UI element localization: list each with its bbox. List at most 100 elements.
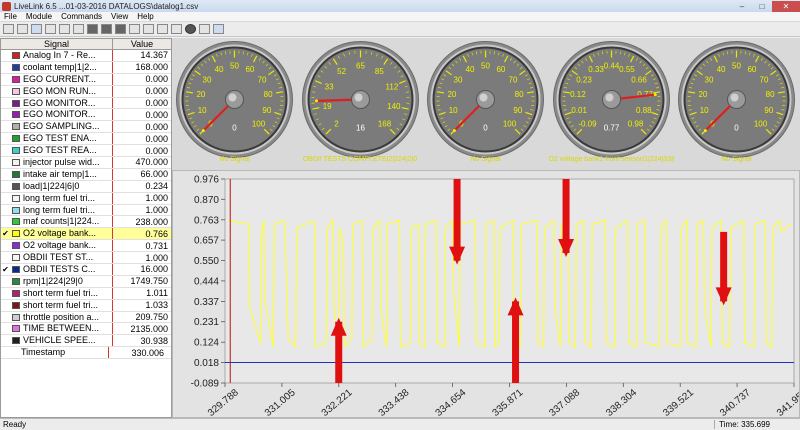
save-icon[interactable] [31,24,42,34]
signal-value: 470.000 [135,157,168,168]
signal-color-swatch[interactable] [12,135,20,143]
x-tick-label: 334.654 [434,387,469,417]
step-forward-icon[interactable] [143,24,154,34]
signal-color-swatch[interactable] [12,99,20,107]
signal-color-swatch[interactable] [12,313,20,321]
signal-row[interactable]: EGO TEST ENA... 0.000 [1,133,171,146]
signal-color-swatch[interactable] [12,277,20,285]
signal-checkbox[interactable]: ✔ [1,229,10,238]
zoom-out-icon[interactable] [73,24,84,34]
signal-row[interactable]: short term fuel tri... 1.033 [1,299,171,312]
signal-color-swatch[interactable] [12,289,20,297]
signal-row[interactable]: EGO SAMPLING... 0.000 [1,121,171,134]
open-icon[interactable] [17,24,28,34]
signal-row[interactable]: long term fuel tri... 1.000 [1,192,171,205]
grid-icon[interactable] [157,24,168,34]
signal-row[interactable]: Analog In 7 - Re... 14.367 [1,50,171,62]
x-tick-label: 335.871 [491,387,526,417]
signal-row[interactable]: EGO MONITOR... 0.000 [1,109,171,122]
signal-row[interactable]: short term fuel tri... 1.011 [1,287,171,300]
signal-row[interactable]: EGO TEST REA... 0.000 [1,145,171,158]
signal-color-swatch[interactable] [12,63,20,71]
signal-color-swatch[interactable] [12,265,20,273]
record-icon[interactable] [185,24,196,34]
signal-color-swatch[interactable] [12,51,20,59]
pause-icon[interactable] [101,24,112,34]
x-tick-label: 331.005 [263,387,298,417]
signal-list: Signal Value Analog In 7 - Re... 14.367 co… [0,38,172,418]
menu-file[interactable]: File [4,12,17,21]
minimize-button[interactable]: – [732,1,752,12]
plot-area [224,178,795,384]
signal-name: EGO TEST REA... [23,145,113,157]
gauge-tick-label: 10 [700,106,709,115]
signal-row[interactable]: EGO MONITOR... 0.000 [1,97,171,110]
gauge-tick-label: 10 [198,106,207,115]
signal-row[interactable]: long term fuel tri... 1.000 [1,204,171,217]
step-back-icon[interactable] [129,24,140,34]
signal-color-swatch[interactable] [12,230,20,238]
signal-row[interactable]: throttle position a... 209.750 [1,311,171,324]
menu-view[interactable]: View [111,12,128,21]
maximize-button[interactable]: □ [752,1,772,12]
signal-color-swatch[interactable] [12,218,20,226]
signal-row[interactable]: ✔ O2 voltage bank... 0.766 [1,228,171,241]
signal-row[interactable]: intake air temp|1... 66.000 [1,168,171,181]
menu-module[interactable]: Module [26,12,52,21]
signal-value: 66.000 [140,169,168,180]
signal-name: EGO SAMPLING... [23,121,113,133]
settings-icon[interactable] [199,24,210,34]
gauge-tick-label: -0.09 [578,120,597,129]
gauge-tick-label: 30 [454,76,463,85]
new-icon[interactable] [3,24,14,34]
signal-color-swatch[interactable] [12,182,20,190]
signal-color-swatch[interactable] [12,254,20,262]
print-icon[interactable] [45,24,56,34]
gauge-tick-label: 60 [496,65,505,74]
menu-help[interactable]: Help [137,12,153,21]
signal-color-swatch[interactable] [12,111,20,119]
gauge-value: 16 [356,124,365,133]
signal-column-header[interactable]: Signal [1,39,113,49]
status-bar: Ready Time: 335.699 [0,418,800,430]
signal-color-swatch[interactable] [12,325,20,333]
signal-color-swatch[interactable] [12,147,20,155]
menu-commands[interactable]: Commands [61,12,102,21]
signal-color-swatch[interactable] [12,158,20,166]
signal-row[interactable]: injector pulse wid... 470.000 [1,157,171,169]
stop-icon[interactable] [115,24,126,34]
signal-color-swatch[interactable] [12,301,20,309]
signal-color-swatch[interactable] [12,337,20,345]
gauge-tick-label: 80 [515,90,524,99]
signal-color-swatch[interactable] [12,75,20,83]
signal-row[interactable]: VEHICLE SPEE... 30.938 [1,335,171,348]
signal-value: 0.000 [145,74,168,85]
signal-color-swatch[interactable] [12,123,20,131]
signal-color-swatch[interactable] [12,242,20,250]
signal-row[interactable]: OBDII TEST ST... 1.000 [1,252,171,265]
zoom-in-icon[interactable] [59,24,70,34]
chart-icon[interactable] [171,24,182,34]
signal-checkbox[interactable]: ✔ [1,265,10,274]
signal-row[interactable]: rpm|1|224|29|0 1749.750 [1,275,171,288]
value-column-header[interactable]: Value [113,39,171,49]
close-button[interactable]: ✕ [772,0,800,12]
signal-row[interactable]: EGO MON RUN... 0.000 [1,85,171,98]
signal-row[interactable]: TIME BETWEEN... 2135.000 [1,323,171,336]
signal-color-swatch[interactable] [12,206,20,214]
signal-row[interactable]: load|1|224|6|0 0.234 [1,180,171,193]
signal-row[interactable]: EGO CURRENT... 0.000 [1,73,171,86]
signal-color-swatch[interactable] [12,194,20,202]
gauge-label: No Signal [721,156,752,163]
signal-row[interactable]: maf counts|1|224... 238.000 [1,216,171,229]
play-icon[interactable] [87,24,98,34]
signal-value: 209.750 [135,312,168,323]
signal-color-swatch[interactable] [12,87,20,95]
signal-row[interactable]: ✔ OBDII TESTS C... 16.000 [1,264,171,276]
signal-row[interactable]: O2 voltage bank... 0.731 [1,240,171,253]
signal-row[interactable]: coolant temp|1|2... 168.000 [1,61,171,74]
toolbar [0,22,800,37]
signal-color-swatch[interactable] [12,170,20,178]
signal-name: OBDII TEST ST... [23,252,113,264]
help-icon[interactable] [213,24,224,34]
